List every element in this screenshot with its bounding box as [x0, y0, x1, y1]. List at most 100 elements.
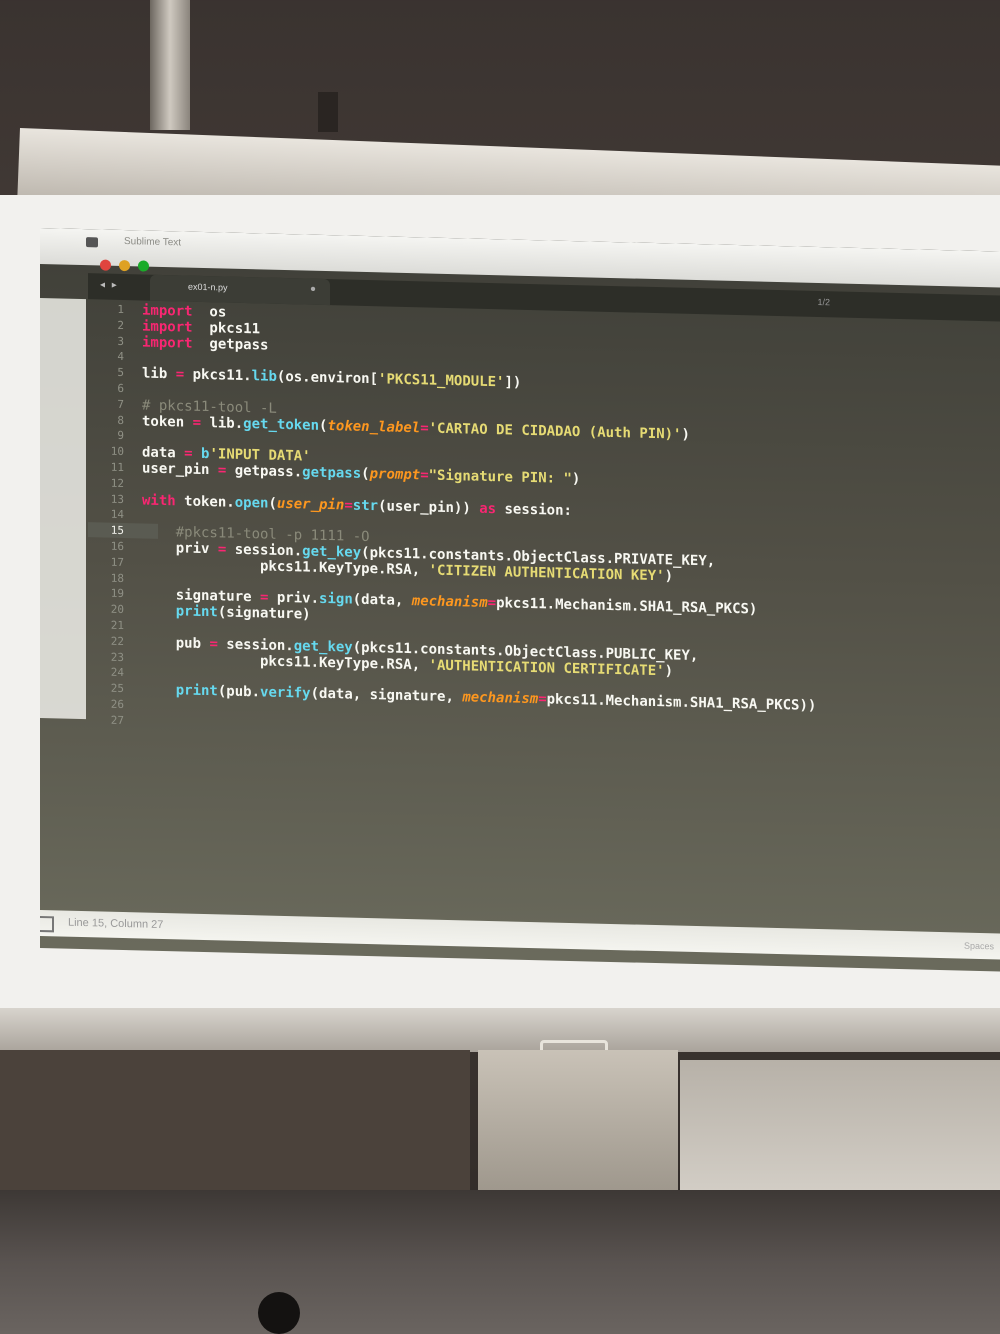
code-token: priv.: [268, 589, 320, 608]
code-token: pkcs11.: [184, 366, 252, 385]
code-text: token = lib.get_token(token_label='CARTA…: [142, 413, 690, 442]
wall-panel: [478, 1050, 678, 1200]
line-number: 4: [117, 350, 124, 364]
code-token: =: [420, 467, 429, 484]
code-token: =: [538, 691, 547, 708]
code-token: (data, signature,: [310, 685, 463, 706]
cursor-position: Line 15, Column 27: [68, 916, 164, 932]
zoom-window-button[interactable]: [138, 260, 149, 272]
code-token: data: [142, 444, 185, 462]
code-token: lib: [251, 368, 277, 385]
code-token: token.: [175, 492, 235, 511]
code-token: session:: [496, 500, 572, 519]
line-number: 7: [117, 397, 124, 411]
code-token: verify: [260, 684, 311, 702]
code-token: lib.: [201, 414, 244, 432]
tab-nav-arrows-icon[interactable]: ◂ ▸: [100, 279, 119, 290]
minimize-window-button[interactable]: [119, 259, 130, 272]
line-number: 5: [117, 366, 124, 380]
wall-right: [680, 1060, 1000, 1200]
tab-close-icon[interactable]: ●: [310, 284, 316, 295]
line-number: 14: [110, 508, 124, 522]
code-token: open: [234, 494, 269, 512]
tab-label: ex01-n.py: [188, 281, 228, 293]
code-token: with: [142, 492, 176, 509]
code-token: "Signature PIN: ": [428, 467, 572, 487]
screen-bottom-bar: [0, 1008, 1000, 1052]
line-number: 9: [117, 429, 124, 443]
code-token: =: [420, 419, 429, 437]
code-token: import: [142, 334, 193, 352]
code-token: (pub.: [217, 683, 261, 701]
code-token: pkcs11.Mechanism.SHA1_RSA_PKCS)): [546, 691, 817, 715]
code-token: ): [664, 568, 674, 585]
code-token: getpass.: [226, 462, 303, 481]
line-number: 15: [110, 523, 124, 538]
code-token: pub: [142, 634, 210, 652]
code-token: (: [268, 495, 277, 512]
console-toggle-icon[interactable]: [40, 915, 54, 933]
code-token: (os.environ[: [276, 368, 379, 388]
line-number: 25: [110, 681, 124, 696]
layout-indicator: 1/2: [817, 297, 830, 308]
code-token: (: [361, 465, 370, 483]
code-text: import getpass: [142, 334, 268, 353]
line-number: 19: [110, 587, 124, 601]
line-number: 13: [110, 492, 124, 506]
code-text: lib = pkcs11.lib(os.environ['PKCS11_MODU…: [142, 366, 521, 391]
code-text: print(pub.verify(data, signature, mechan…: [142, 682, 817, 715]
line-number: 6: [117, 381, 124, 396]
code-token: ): [664, 662, 674, 680]
line-number: 27: [110, 713, 124, 727]
code-token: import: [142, 318, 193, 336]
indentation-setting[interactable]: Spaces: [964, 941, 994, 952]
code-token: os: [192, 303, 227, 321]
desk-hole: [258, 1292, 300, 1334]
line-number: 26: [110, 697, 124, 712]
code-text: user_pin = getpass.getpass(prompt="Signa…: [142, 460, 580, 487]
wall-left: [0, 1050, 470, 1190]
code-token: getpass: [192, 335, 269, 354]
code-token: (signature): [217, 604, 311, 623]
apple-icon[interactable]: [86, 237, 98, 248]
line-number: 12: [110, 476, 124, 490]
code-token: 'CARTAO DE CIDADAO (Auth PIN)': [428, 420, 682, 443]
line-number: 23: [110, 650, 124, 664]
line-number: 11: [110, 460, 124, 475]
code-token: get_key: [293, 637, 353, 656]
code-text: with token.open(user_pin=str(user_pin)) …: [142, 492, 572, 519]
line-number: 20: [110, 602, 124, 617]
left-sidebar-edge: [40, 298, 86, 720]
ceiling-pole: [150, 0, 190, 130]
line-number: 24: [110, 666, 124, 680]
code-token: ]): [504, 374, 522, 391]
line-number: 1: [117, 302, 124, 317]
code-token: print: [175, 603, 218, 621]
pole-clip: [318, 92, 338, 132]
code-token: ): [681, 426, 690, 443]
code-token: (user_pin)): [378, 497, 480, 517]
code-token: token: [142, 413, 193, 431]
line-number: 21: [110, 618, 124, 633]
code-token: getpass: [302, 464, 362, 482]
close-window-button[interactable]: [100, 259, 111, 271]
code-token: =: [209, 635, 218, 653]
code-token: 'PKCS11_MODULE': [378, 371, 505, 391]
code-token: mechanism: [411, 593, 488, 612]
code-token: user_pin: [142, 460, 218, 479]
code-token: mechanism: [462, 689, 539, 708]
line-number: 22: [110, 634, 124, 648]
line-number: 8: [117, 413, 124, 427]
code-editor[interactable]: 1 import os 2 import pkcs11 3 import getpass 4…: [88, 299, 1000, 881]
line-number: 10: [110, 444, 124, 459]
code-token: get_token: [243, 415, 320, 434]
code-token: (data,: [352, 592, 412, 610]
code-token: import: [142, 302, 193, 320]
code-text: print(signature): [142, 603, 311, 623]
projected-editor-window: Sublime Text ◂ ▸ ex01-n.py ● 1/2 1 import…: [40, 228, 1000, 972]
code-token: lib: [142, 365, 176, 383]
